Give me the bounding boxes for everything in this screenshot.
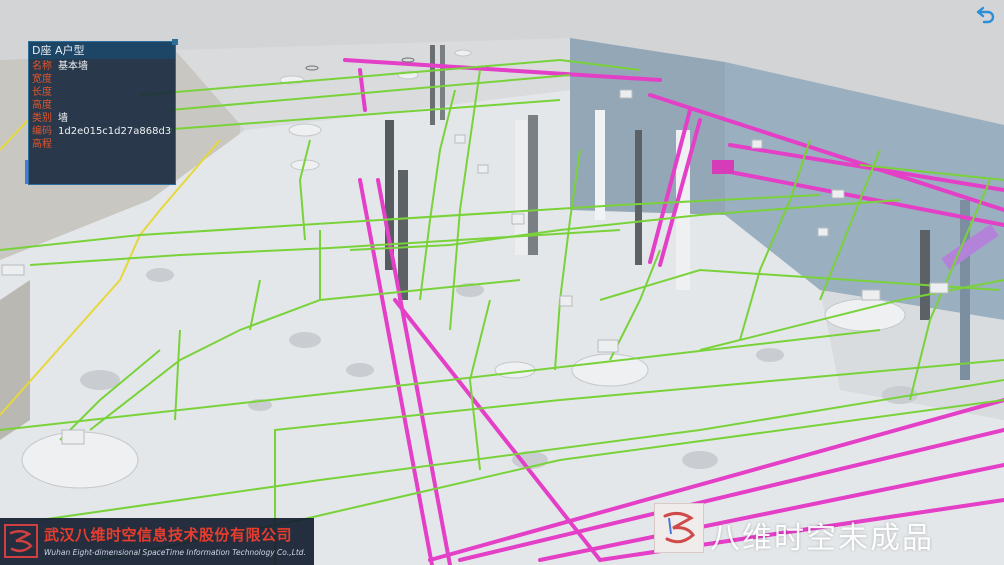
property-label: 编码 — [32, 126, 52, 137]
watermark-logo-icon — [654, 503, 704, 553]
property-value: 墙 — [58, 113, 68, 124]
property-row-width: 宽度 — [32, 73, 172, 86]
company-name-en: Wuhan Eight-dimensional SpaceTime Inform… — [44, 548, 306, 557]
property-row-elevation: 高程 — [32, 138, 172, 151]
property-value: 1d2e015c1d27a868d39d — [58, 126, 172, 137]
watermark-text: 八维时空未成品 — [710, 521, 934, 556]
property-row-category: 类别 墙 — [32, 112, 172, 125]
panel-accent-bar — [25, 160, 28, 184]
company-logo-icon — [4, 524, 38, 558]
property-list: 名称 基本墙 宽度 长度 高度 类别 墙 编码 1d2e015c1d27a868… — [29, 59, 175, 152]
property-label: 类别 — [32, 113, 52, 124]
property-label: 宽度 — [32, 74, 52, 85]
property-label: 高程 — [32, 139, 52, 150]
property-label: 长度 — [32, 87, 52, 98]
property-row-height: 高度 — [32, 99, 172, 112]
property-panel: D座 A户型 名称 基本墙 宽度 长度 高度 类别 墙 编码 1d2e015c1… — [25, 39, 178, 185]
company-name-cn: 武汉八维时空信息技术股份有限公司 — [44, 526, 293, 544]
property-label: 高度 — [32, 100, 52, 111]
company-banner: 武汉八维时空信息技术股份有限公司 Wuhan Eight-dimensional… — [0, 518, 314, 565]
property-label: 名称 — [32, 61, 52, 72]
magenta-box — [712, 160, 734, 174]
property-value: 基本墙 — [58, 61, 88, 72]
back-arrow-icon[interactable] — [976, 4, 996, 24]
property-row-length: 长度 — [32, 86, 172, 99]
property-row-code: 编码 1d2e015c1d27a868d39d — [32, 125, 172, 138]
panel-title: D座 A户型 — [29, 42, 175, 59]
left-wall-edge — [0, 280, 30, 440]
property-row-name: 名称 基本墙 — [32, 60, 172, 73]
panel-corner-marker — [172, 39, 178, 45]
